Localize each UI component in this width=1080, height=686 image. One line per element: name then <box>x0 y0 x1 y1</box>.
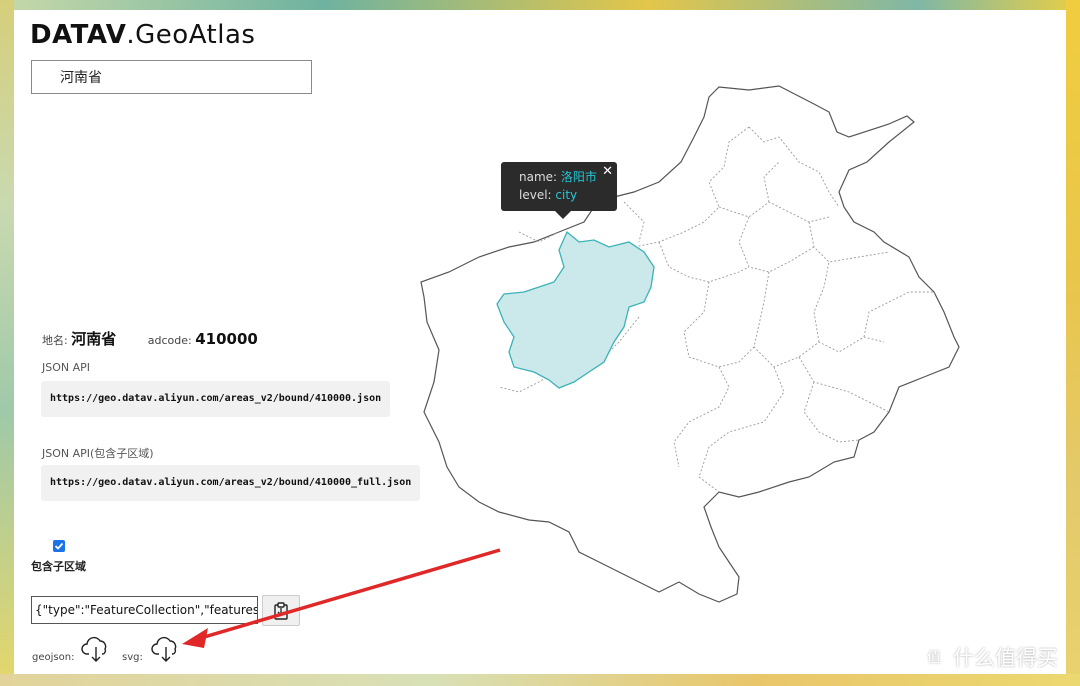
tooltip-level-row: level: city <box>519 186 617 204</box>
app-logo: DATAV.GeoAtlas <box>30 20 255 50</box>
region-search-input[interactable] <box>31 60 312 94</box>
geojson-output-field[interactable]: {"type":"FeatureCollection","features": <box>31 596 258 624</box>
include-children-checkbox[interactable] <box>53 540 65 552</box>
region-tooltip: name: 洛阳市 level: city ✕ <box>501 162 617 211</box>
logo-light-text: .GeoAtlas <box>126 20 256 50</box>
json-api-full-label: JSON API(包含子区域) <box>42 447 154 460</box>
tooltip-name-key: name: <box>519 170 558 184</box>
include-children-label: 包含子区域 <box>31 560 86 573</box>
decor-right-border <box>1066 0 1080 686</box>
adcode-label: adcode: <box>147 334 192 347</box>
json-api-full-url[interactable]: https://geo.datav.aliyun.com/areas_v2/bo… <box>41 465 421 501</box>
geojson-download-icon[interactable] <box>81 634 111 664</box>
decor-bottom-border <box>0 674 1080 686</box>
region-name-label: 地名: <box>42 334 68 347</box>
tooltip-close-icon[interactable]: ✕ <box>602 163 613 181</box>
tooltip-name-value: 洛阳市 <box>560 170 597 184</box>
json-api-url[interactable]: https://geo.datav.aliyun.com/areas_v2/bo… <box>41 381 391 417</box>
watermark-text: 什么值得买 <box>953 646 1058 670</box>
region-info: 地名: 河南省 adcode: 410000 <box>42 328 286 349</box>
decor-left-border <box>0 0 14 686</box>
svg-download-icon[interactable] <box>151 634 181 664</box>
tooltip-level-key: level: <box>519 188 552 202</box>
tooltip-pointer <box>555 211 571 219</box>
decor-top-border <box>0 0 1080 10</box>
tooltip-level-value: city <box>555 188 578 202</box>
copy-button[interactable] <box>262 595 300 626</box>
watermark-badge: 值 <box>921 644 947 670</box>
app-panel: DATAV.GeoAtlas 地名: 河南省 adcode: 410000 JS… <box>14 10 1066 674</box>
clipboard-icon <box>274 601 288 620</box>
geojson-download-label: geojson: <box>32 652 75 663</box>
adcode-value: 410000 <box>195 330 258 348</box>
logo-bold-text: DATAV <box>30 20 127 50</box>
checkmark-icon <box>54 542 64 550</box>
site-watermark: 值 什么值得买 <box>921 642 1058 672</box>
json-api-label: JSON API <box>42 361 91 374</box>
region-name-value: 河南省 <box>71 330 117 348</box>
svg-download-label: svg: <box>122 652 143 663</box>
